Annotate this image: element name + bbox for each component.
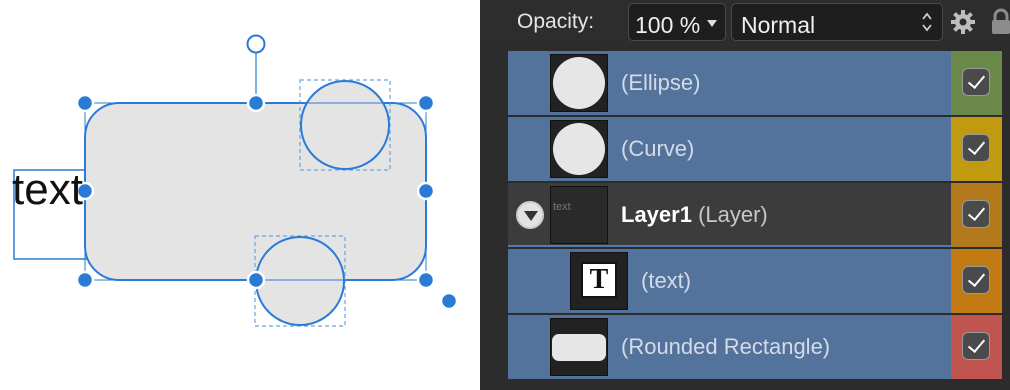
blend-mode-select[interactable]: Normal (731, 3, 943, 41)
thumbnail-text: text (553, 201, 571, 213)
layer-name: (text) (641, 268, 692, 293)
curve-thumbnail-icon (553, 123, 605, 175)
opacity-label: Opacity: (517, 10, 595, 33)
layer-type: (Layer) (698, 202, 768, 227)
visibility-checkbox[interactable] (962, 266, 990, 294)
layer-visibility-cell (951, 51, 1002, 115)
layer-row-rounded-rectangle[interactable]: (Rounded Rectangle) (508, 315, 1002, 379)
layer-name: (Rounded Rectangle) (621, 334, 831, 359)
handle-right[interactable] (416, 181, 436, 201)
handle-top[interactable] (246, 93, 266, 113)
layer-thumbnail-layer1: text (550, 186, 608, 244)
chevron-down-icon[interactable] (707, 20, 717, 27)
blend-mode-value[interactable]: Normal (741, 12, 815, 39)
ellipse-thumbnail-icon (553, 57, 605, 109)
lock-icon[interactable] (991, 8, 1010, 36)
visibility-checkbox[interactable] (962, 68, 990, 96)
handle-top-right[interactable] (416, 93, 436, 113)
curve-shape[interactable] (255, 236, 345, 326)
layer-name-bold: Layer1 (621, 202, 692, 227)
layers-panel: Opacity: 100 % Normal (Ellipse) (Curve) … (480, 0, 1010, 390)
layer-visibility-cell (951, 117, 1002, 181)
handle-bottom-right[interactable] (416, 270, 436, 290)
visibility-checkbox[interactable] (962, 200, 990, 228)
layer-row-ellipse[interactable]: (Ellipse) (508, 51, 1002, 115)
canvas[interactable]: text (0, 0, 480, 390)
handle-bottom-left[interactable] (75, 270, 95, 290)
visibility-checkbox[interactable] (962, 332, 990, 360)
layer-thumbnail-text: T (570, 252, 628, 310)
canvas-text-object[interactable]: text (12, 164, 83, 216)
up-down-arrows-icon[interactable] (922, 11, 932, 33)
layer-name: Layer1 (Layer) (621, 202, 768, 228)
layer-row-layer1[interactable]: text Layer1 (Layer) (508, 183, 1002, 247)
visibility-checkbox[interactable] (962, 134, 990, 162)
layer-visibility-cell (951, 183, 1002, 247)
layers-toolbar: Opacity: 100 % Normal (480, 0, 1010, 46)
opacity-value[interactable]: 100 % (635, 12, 701, 39)
gear-icon[interactable] (950, 9, 976, 35)
text-layer-icon: T (581, 262, 617, 298)
ellipse-shape[interactable] (300, 80, 390, 170)
layer-thumbnail-rounded-rectangle (550, 318, 608, 376)
layer-visibility-cell (951, 249, 1002, 313)
handle-top-left[interactable] (75, 93, 95, 113)
rounded-rectangle-thumbnail-icon (552, 334, 606, 361)
handle-bottom[interactable] (246, 270, 266, 290)
layer-thumbnail-curve (550, 120, 608, 178)
layer-row-text[interactable]: T (text) (508, 249, 1002, 313)
opacity-field[interactable]: 100 % (628, 3, 726, 41)
layer-name: (Ellipse) (621, 70, 701, 95)
layer-name: (Curve) (621, 136, 695, 161)
layer-visibility-cell (951, 315, 1002, 379)
handle-skew[interactable] (439, 291, 459, 311)
rotation-handle[interactable] (246, 34, 266, 54)
layer-thumbnail-ellipse (550, 54, 608, 112)
layer-row-curve[interactable]: (Curve) (508, 117, 1002, 181)
expand-triangle-icon[interactable] (516, 201, 544, 229)
